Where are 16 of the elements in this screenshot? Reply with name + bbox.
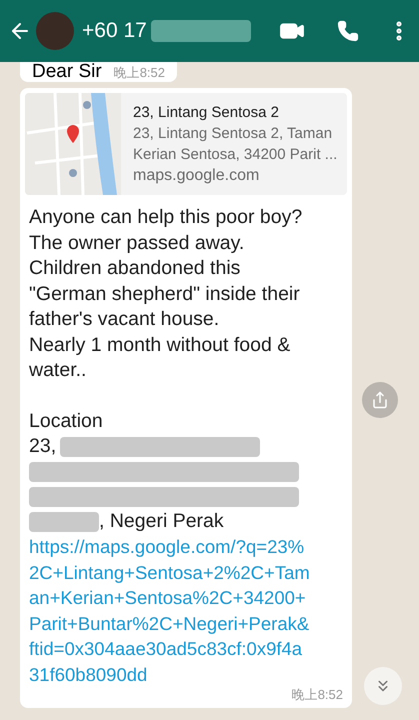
message-text: Dear Sir [32, 62, 102, 82]
redacted-block [29, 512, 99, 532]
preview-title: 23, Lintang Sentosa 2 [133, 103, 280, 123]
preview-description: 23, Lintang Sentosa 2, Taman Kerian Sentosa, 34200 Parit ... [133, 124, 338, 165]
message-text: Anyone can help this poor boy? The owner passed away. Children abandoned this "German shepherd" inside their father's vacant house. Nearly 1 month without food & water.. [29, 205, 304, 383]
forward-icon [371, 391, 389, 409]
location-heading: Location [29, 408, 104, 434]
phone-icon[interactable] [337, 20, 359, 42]
message-time: 晚上8:52 [292, 687, 343, 703]
scroll-down-button[interactable] [364, 667, 402, 705]
preview-domain: maps.google.com [133, 166, 260, 186]
address-text: , Negeri Perak [99, 508, 224, 534]
link-preview[interactable]: 23, Lintang Sentosa 2 23, Lintang Sentosa 2, Taman Kerian Sentosa, 34200 Parit ... maps.google.com [25, 93, 347, 195]
address-text: 23, [29, 434, 56, 459]
message-time: 晚上8:52 [114, 64, 165, 82]
contact-name[interactable]: +60 17 [82, 15, 147, 47]
